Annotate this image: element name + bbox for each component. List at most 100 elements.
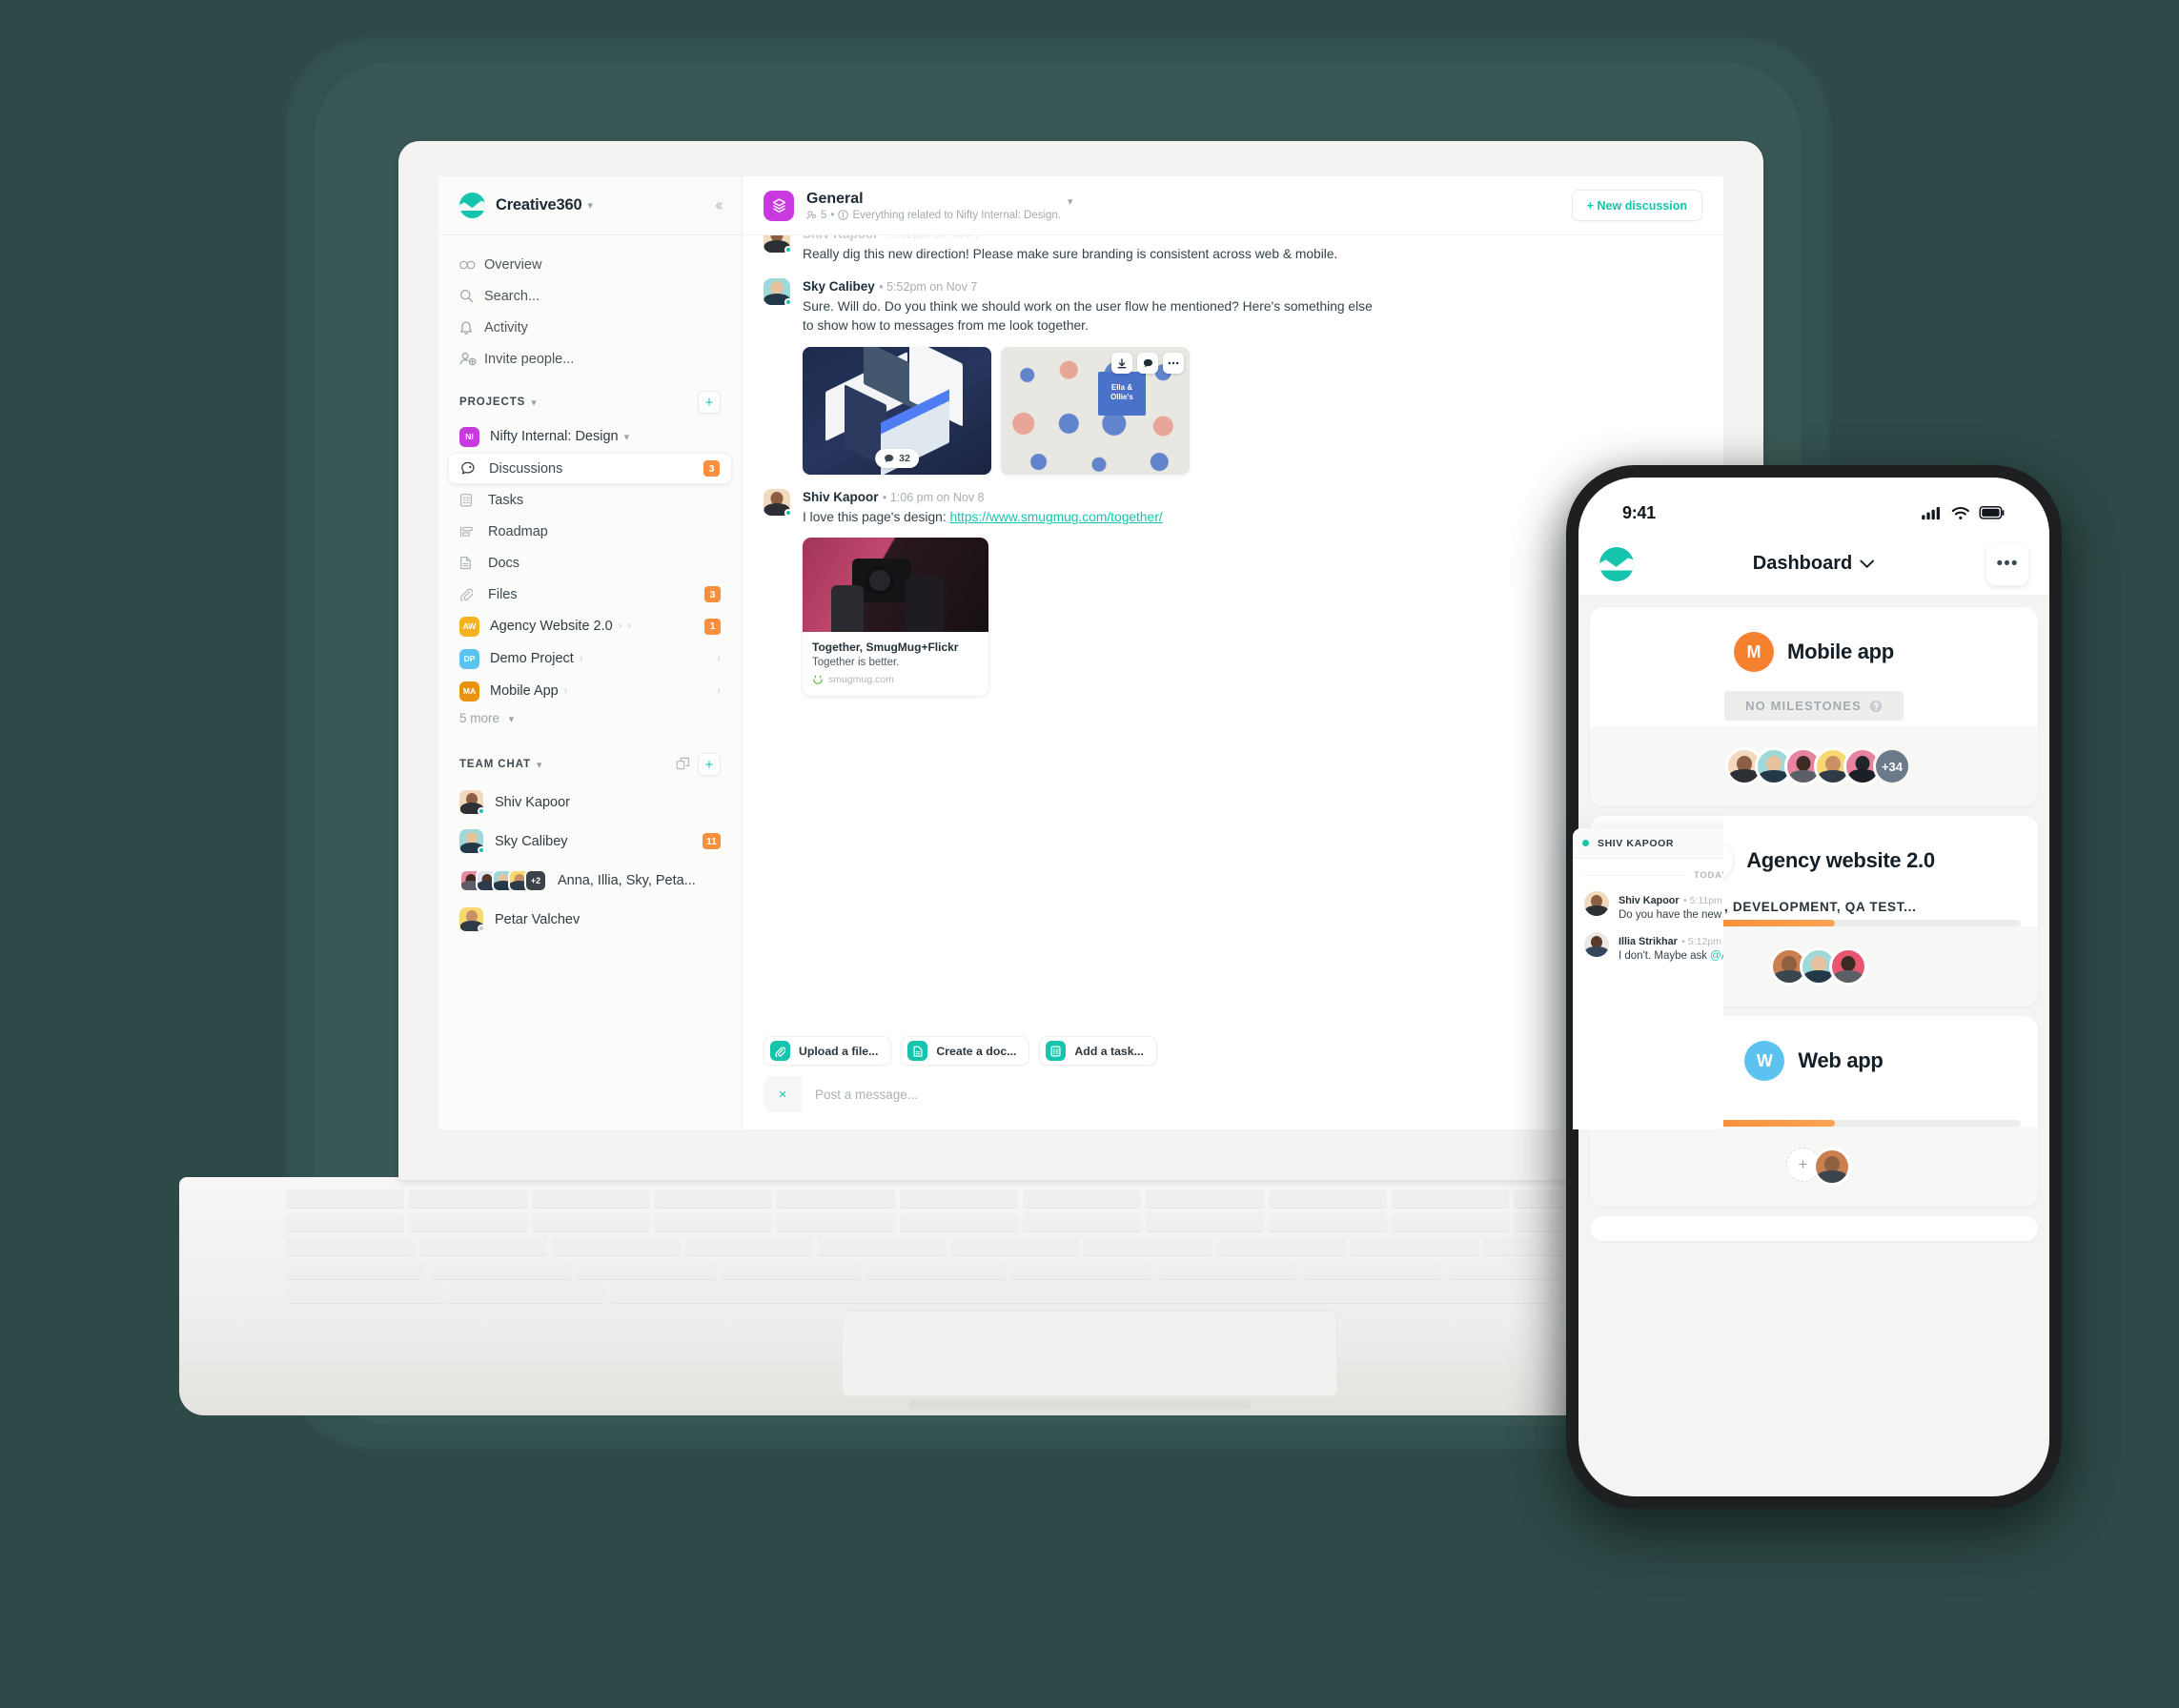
- link-preview-card[interactable]: Together, SmugMug+Flickr Together is bet…: [803, 538, 988, 696]
- message-input-row[interactable]: × Post a message...: [764, 1076, 1702, 1112]
- sidebar-item-activity[interactable]: Activity: [450, 312, 730, 343]
- sidebar-item-tasks[interactable]: Tasks: [448, 484, 732, 516]
- upload-file-button[interactable]: Upload a file...: [764, 1036, 892, 1066]
- new-discussion-button[interactable]: + New discussion: [1571, 190, 1702, 221]
- key: [408, 1213, 527, 1232]
- attachment-thumbnail[interactable]: 32: [803, 347, 991, 475]
- add-person-icon: [459, 352, 484, 366]
- sidebar-item-discussions[interactable]: Discussions 3: [448, 453, 732, 484]
- attachment-thumbnail[interactable]: Ella & Ollie's: [1001, 347, 1190, 475]
- project-card-mobile-app[interactable]: M Mobile app NO MILESTONES +34: [1590, 607, 2038, 806]
- sidebar-chat-group[interactable]: +2 Anna, Illia, Sky, Peta...: [438, 861, 742, 900]
- chevron-right-icon[interactable]: ›: [564, 685, 568, 697]
- workspace-header[interactable]: Creative360 ▾ ‹‹: [438, 176, 742, 235]
- sidebar-item-label: Discussions: [489, 460, 563, 477]
- status-time: 9:41: [1622, 502, 1656, 522]
- message-author: Shiv Kapoor: [803, 235, 879, 241]
- chevron-down-icon[interactable]: ▾: [1068, 195, 1073, 208]
- close-composer-icon[interactable]: ×: [764, 1087, 802, 1103]
- dm-message-text: I don't. Maybe ask @Anna Kim?: [1619, 950, 1723, 962]
- more-icon[interactable]: [1163, 353, 1184, 374]
- sidebar-item-label: Tasks: [488, 492, 524, 508]
- comment-icon[interactable]: [1137, 353, 1158, 374]
- avatar: [1584, 932, 1609, 957]
- avatar-group: [1769, 947, 1867, 986]
- chevron-down-icon[interactable]: ▾: [587, 199, 593, 212]
- files-count-badge: 3: [704, 586, 721, 602]
- sidebar-project-agency-website[interactable]: AW Agency Website 2.0 › › 1: [438, 610, 742, 642]
- sidebar-item-files[interactable]: Files 3: [448, 579, 732, 610]
- scene: Creative360 ▾ ‹‹ Overview Search... Acti…: [0, 0, 2179, 1708]
- sidebar-item-search[interactable]: Search...: [450, 280, 730, 312]
- message: Sky Calibey • 5:52pm on Nov 7 Sure. Will…: [764, 278, 1702, 475]
- sidebar-item-overview[interactable]: Overview: [450, 249, 730, 280]
- sidebar-project-nifty-internal[interactable]: NI Nifty Internal: Design ▾: [438, 420, 742, 453]
- avatar: [764, 489, 792, 517]
- chevron-down-icon[interactable]: ▾: [624, 431, 630, 443]
- key: [777, 1213, 896, 1232]
- message-attachments: 32 Ella & Ollie's: [803, 347, 1702, 475]
- key: [1391, 1213, 1510, 1232]
- message-text: Really dig this new direction! Please ma…: [803, 247, 1338, 261]
- chevron-down-icon[interactable]: ▾: [531, 396, 537, 409]
- message: Shiv Kapoor • 5:52pm on Nov 7 Really dig…: [764, 235, 1702, 264]
- channel-subtitle: 5 • Everything related to Nifty Internal…: [806, 210, 1061, 221]
- dm-message-author: Shiv Kapoor: [1619, 895, 1680, 906]
- sidebar-item-docs[interactable]: Docs: [448, 547, 732, 579]
- primary-nav: Overview Search... Activity Invite peopl…: [438, 235, 742, 375]
- task-icon: [1046, 1041, 1067, 1061]
- key: [654, 1213, 773, 1232]
- key: [1350, 1237, 1479, 1256]
- link-preview-image: [803, 538, 988, 632]
- project-label: Mobile App: [490, 683, 559, 699]
- status-dot: [784, 246, 792, 254]
- key: [654, 1190, 773, 1209]
- new-chat-button[interactable]: +: [698, 753, 721, 776]
- collapse-sidebar-icon[interactable]: ‹‹: [715, 195, 723, 215]
- chevron-right-icon[interactable]: ›: [619, 620, 622, 632]
- separator-dot: •: [830, 209, 835, 221]
- sidebar-chat-shiv-kapoor[interactable]: Shiv Kapoor: [438, 783, 742, 822]
- sidebar-chat-sky-calibey[interactable]: Sky Calibey 11: [438, 822, 742, 861]
- avatar: [459, 829, 485, 854]
- download-icon[interactable]: [1111, 353, 1132, 374]
- message-meta: Sky Calibey • 5:52pm on Nov 7: [803, 278, 1702, 295]
- project-card-next[interactable]: [1590, 1216, 2038, 1241]
- chevron-right-icon[interactable]: ›: [627, 620, 631, 632]
- mention[interactable]: @Anna Kim: [1710, 950, 1723, 962]
- key: [1217, 1237, 1346, 1256]
- key: [431, 1261, 572, 1280]
- key: [721, 1261, 863, 1280]
- message-link[interactable]: https://www.smugmug.com/together/: [950, 510, 1163, 524]
- sidebar-project-demo-project[interactable]: DP Demo Project › ›: [438, 642, 742, 675]
- bell-icon: [459, 320, 484, 336]
- sidebar-item-roadmap[interactable]: Roadmap: [448, 516, 732, 547]
- nifty-app: Creative360 ▾ ‹‹ Overview Search... Acti…: [438, 176, 1723, 1129]
- chevron-right-icon[interactable]: ›: [717, 685, 721, 697]
- discussions-count-badge: 3: [703, 460, 720, 477]
- chevron-right-icon[interactable]: ›: [717, 653, 721, 664]
- team-chat-actions: +: [676, 753, 721, 776]
- projects-section-actions: +: [698, 391, 721, 414]
- status-dot: [1582, 840, 1589, 846]
- laptop-screen: Creative360 ▾ ‹‹ Overview Search... Acti…: [438, 176, 1723, 1129]
- channel-description: Everything related to Nifty Internal: De…: [852, 209, 1062, 221]
- popout-chat-icon[interactable]: [676, 757, 690, 773]
- phone-page-title[interactable]: Dashboard: [1753, 553, 1875, 575]
- dm-message: Illia Strikhar • 5:12pm I don't. Maybe a…: [1584, 932, 1723, 962]
- sidebar-project-mobile-app[interactable]: MA Mobile App › ›: [438, 675, 742, 707]
- project-initials-badge: AW: [459, 616, 479, 637]
- sidebar-item-label: Activity: [484, 319, 528, 336]
- show-more-projects[interactable]: 5 more ▾: [438, 707, 742, 725]
- dm-message-meta: Shiv Kapoor • 5:11pm: [1619, 891, 1723, 908]
- add-project-button[interactable]: +: [698, 391, 721, 414]
- add-task-button[interactable]: Add a task...: [1039, 1036, 1157, 1066]
- chevron-right-icon[interactable]: ›: [580, 653, 583, 664]
- phone-more-button[interactable]: •••: [1986, 542, 2028, 585]
- sidebar-chat-petar-valchev[interactable]: Petar Valchev: [438, 900, 742, 939]
- create-doc-button[interactable]: Create a doc...: [901, 1036, 1030, 1066]
- key: [286, 1261, 427, 1280]
- avatar: [1828, 947, 1867, 986]
- chevron-down-icon[interactable]: ▾: [537, 759, 542, 771]
- sidebar-item-invite-people[interactable]: Invite people...: [450, 343, 730, 375]
